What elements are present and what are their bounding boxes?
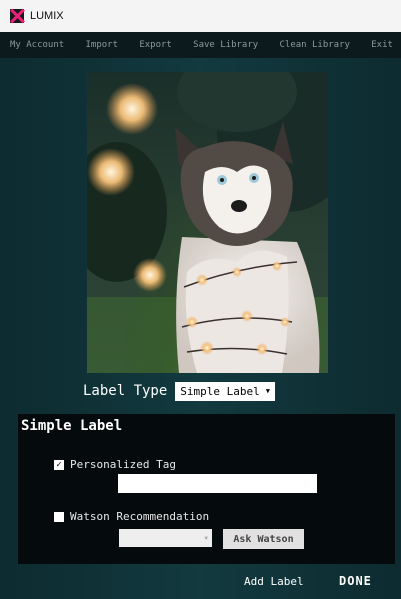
personalized-tag-checkbox[interactable]: ✓ — [54, 459, 64, 470]
label-type-selected: Simple Label — [180, 384, 260, 398]
add-label-button[interactable]: Add Label — [244, 575, 304, 588]
dog-photo — [87, 72, 328, 373]
watson-label: Watson Recommendation — [70, 510, 210, 523]
title-bar: LUMIX — [0, 0, 401, 32]
menu-export[interactable]: Export — [139, 40, 172, 50]
label-type-row: Label Type Simple Label ▼ — [83, 381, 275, 401]
label-type-label: Label Type — [83, 383, 168, 399]
panel-title: Simple Label — [21, 418, 123, 434]
menu-clean-library[interactable]: Clean Library — [280, 40, 350, 50]
ask-watson-button[interactable]: Ask Watson — [223, 529, 304, 549]
menu-bar: My Account Import Export Save Library Cl… — [0, 32, 401, 58]
menu-import[interactable]: Import — [86, 40, 119, 50]
label-type-select[interactable]: Simple Label ▼ — [175, 381, 275, 401]
menu-exit[interactable]: Exit — [371, 40, 393, 50]
app-title: LUMIX — [30, 10, 64, 22]
watson-row: Watson Recommendation — [54, 510, 209, 523]
chevron-down-icon: ▼ — [265, 387, 270, 395]
watson-recommendation-select[interactable]: ▼ — [119, 529, 212, 547]
watson-checkbox[interactable] — [54, 511, 64, 522]
personalized-tag-label: Personalized Tag — [70, 458, 176, 471]
chevron-down-icon: ▼ — [204, 534, 208, 542]
lumix-logo-icon — [10, 9, 24, 23]
personalized-tag-input[interactable] — [118, 474, 317, 493]
personalized-tag-row: ✓ Personalized Tag — [54, 458, 176, 471]
done-button[interactable]: DONE — [339, 574, 372, 588]
menu-my-account[interactable]: My Account — [10, 40, 64, 50]
menu-save-library[interactable]: Save Library — [193, 40, 258, 50]
